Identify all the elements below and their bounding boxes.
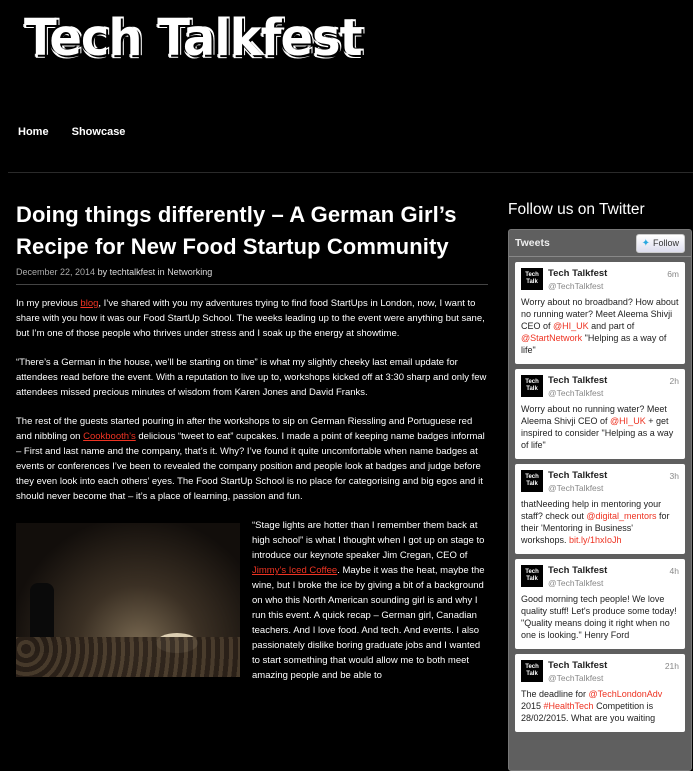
post-in-label: in (157, 267, 165, 277)
tweet-handle[interactable]: @TechTalkfest (548, 280, 607, 292)
tweet-handle[interactable]: @TechTalkfest (548, 672, 607, 684)
paragraph-1: In my previous blog, I’ve shared with yo… (16, 298, 485, 339)
event-photo (16, 523, 240, 677)
site-logo[interactable]: Tech Talkfest (24, 4, 363, 71)
widget-title: Tweets (515, 237, 550, 249)
tweet-card[interactable]: Tech Talk Tech Talkfest @TechTalkfest 6m W… (515, 262, 685, 364)
post-category-link[interactable]: Networking (167, 267, 212, 277)
tweet-link[interactable]: bit.ly/1hxIoJh (569, 535, 622, 545)
tweet-mention[interactable]: @digital_mentors (586, 511, 656, 521)
tweet-time[interactable]: 4h (670, 565, 679, 577)
tweet-time[interactable]: 6m (667, 268, 679, 280)
tweet-mention[interactable]: @TechLondonAdv (589, 689, 663, 699)
avatar[interactable]: Tech Talk (521, 375, 543, 397)
avatar[interactable]: Tech Talk (521, 268, 543, 290)
post-by-label: by (97, 267, 108, 277)
tweet-mention[interactable]: @HI_UK (553, 321, 589, 331)
tweet-author[interactable]: Tech Talkfest (548, 268, 607, 280)
avatar[interactable]: Tech Talk (521, 660, 543, 682)
main-nav: Home Showcase (18, 126, 145, 138)
tweet-mention[interactable]: @HI_UK (610, 416, 646, 426)
paragraph-3: The rest of the guests started pouring i… (16, 416, 485, 502)
tweet-text: Worry about no broadband? How about no r… (521, 297, 679, 355)
tweet-mention[interactable]: @StartNetwork (521, 333, 582, 343)
nav-showcase[interactable]: Showcase (72, 126, 126, 138)
follow-button[interactable]: ✦ Follow (635, 233, 685, 253)
tweet-author[interactable]: Tech Talkfest (548, 565, 607, 577)
tweet-text: Good morning tech people! We love qualit… (521, 594, 677, 640)
tweet-time[interactable]: 2h (670, 375, 679, 387)
avatar[interactable]: Tech Talk (521, 470, 543, 492)
tweet-time[interactable]: 21h (665, 660, 679, 672)
tweet-card[interactable]: Tech Talk Tech Talkfest @TechTalkfest 3h t… (515, 464, 685, 554)
avatar[interactable]: Tech Talk (521, 565, 543, 587)
tweet-author[interactable]: Tech Talkfest (548, 470, 607, 482)
tweet-time[interactable]: 3h (670, 470, 679, 482)
tweet-author[interactable]: Tech Talkfest (548, 375, 607, 387)
tweet-hashtag[interactable]: #HealthTech (544, 701, 594, 711)
tweet-handle[interactable]: @TechTalkfest (548, 387, 607, 399)
audience-crowd (16, 637, 240, 677)
post-title[interactable]: Doing things differently – A German Girl… (16, 199, 488, 263)
tweet-author[interactable]: Tech Talkfest (548, 660, 607, 672)
blog-link[interactable]: blog (80, 298, 98, 309)
follow-label: Follow (652, 238, 679, 248)
tweet-text: The deadline for @TechLondonAdv 2015 #He… (521, 689, 663, 723)
tweet-text: Worry about no running water? Meet Aleem… (521, 404, 674, 450)
blog-post: Doing things differently – A German Girl… (16, 199, 488, 718)
image-text-row: “Stage lights are hotter than I remember… (16, 518, 488, 718)
jimmys-iced-coffee-link[interactable]: Jimmy’s Iced Coffee (252, 565, 337, 576)
content-area: Doing things differently – A German Girl… (8, 172, 693, 771)
tweet-card[interactable]: Tech Talk Tech Talkfest @TechTalkfest 21h … (515, 654, 685, 732)
post-date: December 22, 2014 (16, 267, 96, 277)
paragraph-2: “There’s a German in the house, we’ll be… (16, 357, 487, 398)
twitter-widget: Tweets ✦ Follow Tech Talk Tech Talkfest @T… (508, 229, 692, 771)
tweet-text: thatNeeding help in mentoring your staff… (521, 499, 670, 545)
sidebar: Follow us on Twitter Tweets ✦ Follow Tec… (508, 201, 692, 771)
cookbooth-link[interactable]: Cookbooth’s (83, 431, 136, 442)
paragraph-4: “Stage lights are hotter than I remember… (252, 520, 485, 681)
twitter-bird-icon: ✦ (641, 237, 650, 249)
post-meta: December 22, 2014 by techtalkfest in Net… (16, 267, 488, 285)
post-author-link[interactable]: techtalkfest (110, 267, 156, 277)
twitter-heading: Follow us on Twitter (508, 201, 645, 218)
widget-header: Tweets ✦ Follow (509, 230, 691, 257)
nav-home[interactable]: Home (18, 126, 49, 138)
tweet-card[interactable]: Tech Talk Tech Talkfest @TechTalkfest 2h W… (515, 369, 685, 459)
tweet-card[interactable]: Tech Talk Tech Talkfest @TechTalkfest 4h G… (515, 559, 685, 649)
tweet-handle[interactable]: @TechTalkfest (548, 577, 607, 589)
post-body: In my previous blog, I’ve shared with yo… (16, 296, 488, 718)
tweet-handle[interactable]: @TechTalkfest (548, 482, 607, 494)
